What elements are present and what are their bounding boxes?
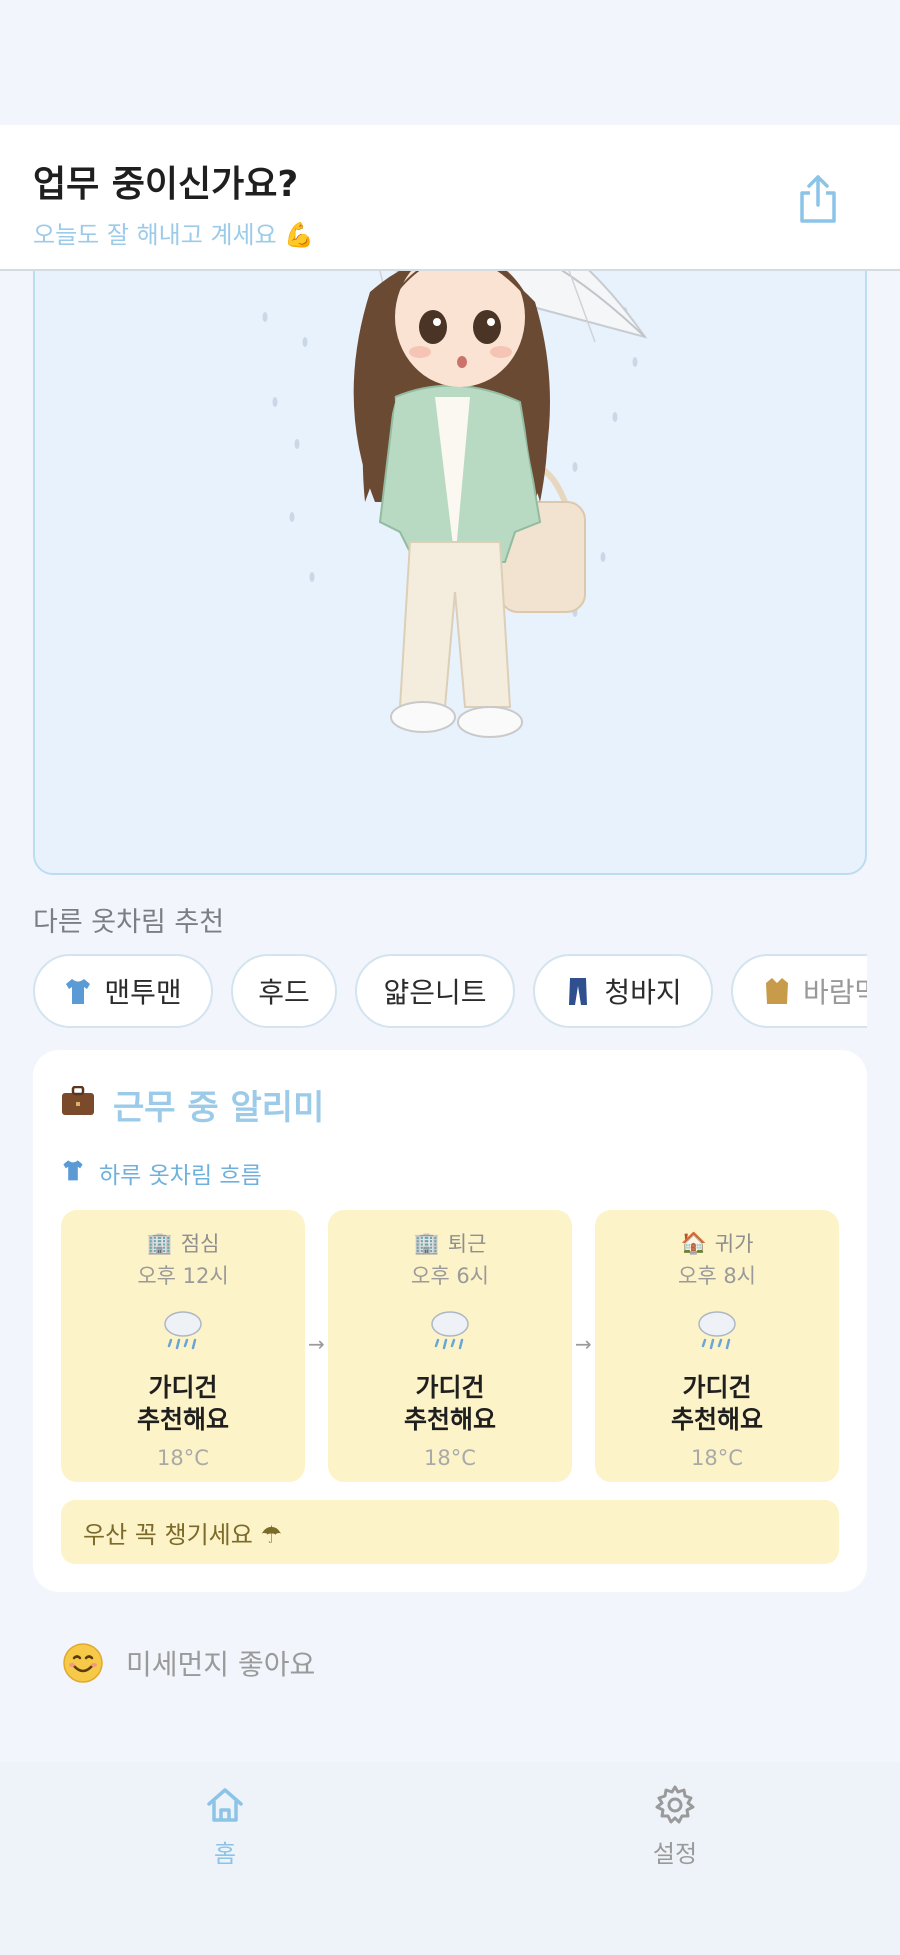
slot-time: 오후 8시 — [678, 1264, 756, 1288]
slot-time: 오후 6시 — [411, 1264, 489, 1288]
chip-label: 바람막이 — [803, 976, 867, 1009]
slot-recommend: 추천해요 — [670, 1405, 763, 1434]
nav-settings-label: 설정 — [652, 1840, 698, 1868]
building-icon: 🏢 — [413, 1230, 440, 1255]
slot-name: 퇴근 — [447, 1232, 487, 1256]
slot-name: 귀가 — [714, 1232, 754, 1256]
chip-label: 청바지 — [604, 976, 682, 1009]
outfit-chip-sweatshirt[interactable]: 맨투맨 — [33, 954, 213, 1028]
outfit-chip-hoodie[interactable]: 후드 — [231, 954, 337, 1028]
house-icon: 🏠 — [680, 1230, 707, 1255]
coat-icon — [766, 978, 788, 1004]
outfit-chip-thin-knit[interactable]: 얇은니트 — [355, 954, 515, 1028]
time-slot-leave-work: 🏢 퇴근 오후 6시 가디건 추천해요 18°C — [328, 1210, 572, 1482]
cloud-rain-icon — [431, 1311, 469, 1350]
app-header: 업무 중이신가요? 오늘도 잘 해내고 계세요 💪 — [0, 125, 900, 271]
slot-outfit: 가디건 — [148, 1373, 218, 1402]
character-illustration-card — [33, 200, 867, 875]
work-notifier-title: 근무 중 알리미 — [113, 1088, 325, 1128]
shirt-icon — [63, 1160, 83, 1181]
chip-label: 맨투맨 — [104, 976, 182, 1009]
slot-temperature: 18°C — [424, 1446, 476, 1470]
umbrella-reminder: 우산 꼭 챙기세요 ☂ — [61, 1500, 839, 1564]
slot-temperature: 18°C — [691, 1446, 743, 1470]
outfit-chip-jeans[interactable]: 청바지 — [533, 954, 713, 1028]
work-notifier-card: 근무 중 알리미 하루 옷차림 흐름 🏢 점심 오후 12시 가디건 추천해요 1… — [33, 1050, 867, 1592]
flow-arrow: → — [308, 1332, 325, 1356]
share-button[interactable] — [790, 171, 846, 227]
outfit-flow-label: 하루 옷차림 흐름 — [99, 1163, 262, 1189]
nav-home-label: 홈 — [213, 1840, 237, 1868]
briefcase-icon — [62, 1086, 94, 1115]
flow-arrow: → — [575, 1332, 592, 1356]
status-bar — [0, 0, 900, 125]
time-slot-lunch: 🏢 점심 오후 12시 가디건 추천해요 18°C — [61, 1210, 305, 1482]
slot-outfit: 가디건 — [682, 1373, 752, 1402]
fine-dust-label: 미세먼지 좋아요 — [126, 1648, 316, 1681]
slot-time: 오후 12시 — [137, 1264, 229, 1288]
share-icon — [800, 175, 836, 223]
page-subtitle: 오늘도 잘 해내고 계세요 💪 — [33, 221, 315, 249]
time-slot-home: 🏠 귀가 오후 8시 가디건 추천해요 18°C — [595, 1210, 839, 1482]
outfit-section-label: 다른 옷차림 추천 — [33, 907, 225, 938]
building-icon: 🏢 — [146, 1230, 173, 1255]
chip-label: 후드 — [258, 976, 310, 1009]
slot-name: 점심 — [180, 1232, 220, 1256]
slot-recommend: 추천해요 — [136, 1405, 229, 1434]
bottom-navigation: 홈 설정 — [0, 1762, 900, 1955]
chip-label: 얇은니트 — [383, 976, 487, 1009]
shirt-icon — [66, 979, 91, 1004]
slot-outfit: 가디건 — [415, 1373, 485, 1402]
character-illustration — [262, 202, 648, 738]
cloud-rain-icon — [164, 1311, 202, 1350]
fine-dust-status: 미세먼지 좋아요 — [62, 1642, 315, 1684]
nav-settings[interactable]: 설정 — [615, 1784, 735, 1869]
slot-temperature: 18°C — [157, 1446, 209, 1470]
outfit-chip-list: 맨투맨 후드 얇은니트 청바지 바람막이 — [33, 954, 867, 1030]
slot-recommend: 추천해요 — [403, 1405, 496, 1434]
home-icon — [207, 1788, 243, 1822]
gear-icon — [655, 1785, 695, 1824]
smiley-icon — [63, 1643, 103, 1683]
page-title: 업무 중이신가요? — [33, 164, 299, 205]
jeans-icon — [569, 978, 588, 1005]
outfit-chip-windbreaker[interactable]: 바람막이 — [731, 954, 867, 1028]
nav-home[interactable]: 홈 — [165, 1784, 285, 1869]
cloud-rain-icon — [698, 1311, 736, 1350]
